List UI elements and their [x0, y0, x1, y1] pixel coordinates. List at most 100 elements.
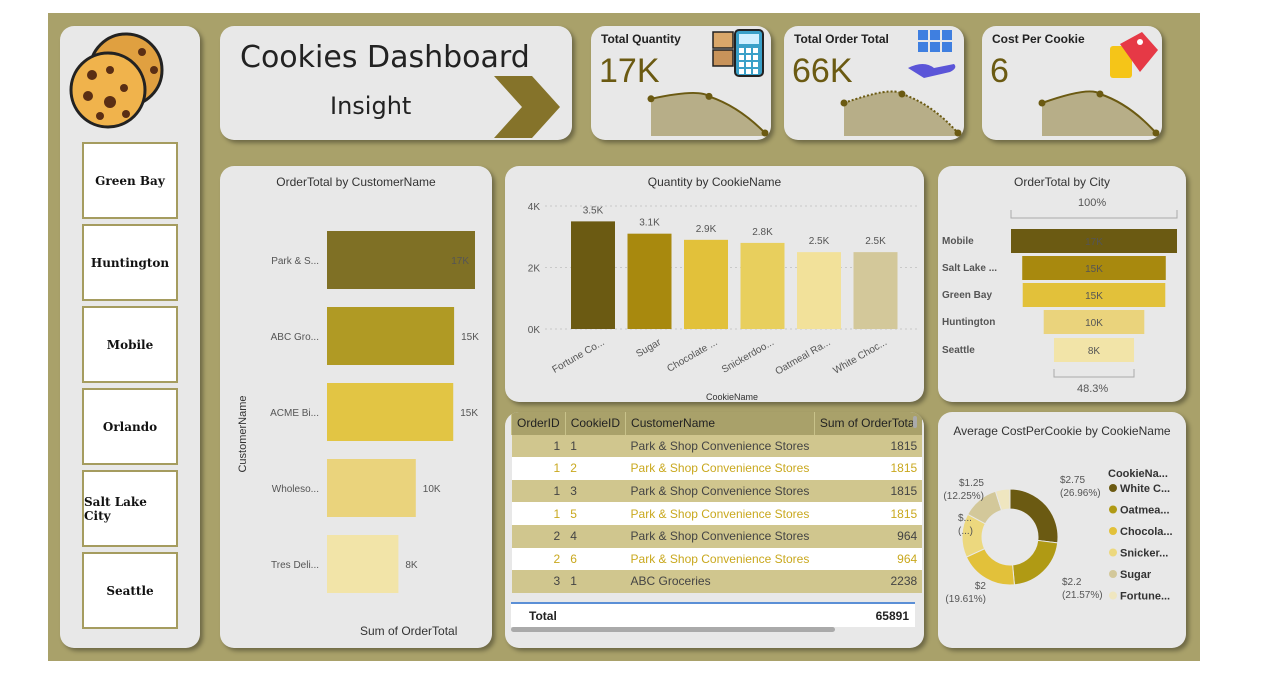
table-total-value: 65891	[875, 609, 909, 623]
table-cell: 964	[897, 529, 918, 544]
table-row[interactable]: 1 2 Park & Shop Convenience Stores 1815	[511, 457, 923, 480]
city-category-label: Salt Lake ...	[942, 263, 997, 274]
table-cell: 2	[553, 529, 561, 544]
city-top-bracket	[1010, 210, 1178, 219]
table-cell: Park & Shop Convenience Stores	[630, 506, 810, 521]
quantity-data-label: 2.8K	[752, 227, 773, 238]
quantity-category-label: Snickerdoo...	[720, 337, 776, 376]
slicer-item-label: Green Bay	[95, 173, 165, 188]
legend-swatch	[1109, 484, 1117, 492]
table-row[interactable]: 1 1 Park & Shop Convenience Stores 1815	[511, 434, 923, 458]
customer-category-label: Wholeso...	[272, 484, 319, 495]
donut-value-label: $...	[958, 513, 972, 524]
table-cell: 1	[553, 438, 561, 453]
kpi-trend-point	[1152, 129, 1160, 137]
customer-category-label: Tres Deli...	[271, 560, 319, 571]
table-cell: 1815	[890, 461, 918, 476]
slicer-item[interactable]: Huntington	[82, 224, 178, 301]
kpi-trend-point	[761, 129, 769, 137]
table-total-row: Total 65891	[511, 602, 915, 627]
donut-legend-item: Snicker...	[1120, 548, 1168, 560]
city-chart-card[interactable]: OrderTotal by City 100% 48.3% Mobile 17K S…	[938, 166, 1186, 402]
table-row[interactable]: 3 1 ABC Groceries 2238	[511, 570, 923, 593]
city-data-label: 10K	[1085, 318, 1103, 329]
table-total-label: Total	[529, 609, 557, 623]
kpi-card[interactable]: Total Order Total 66K	[784, 26, 964, 140]
table-column-header[interactable]: CookieID	[564, 412, 626, 435]
quantity-bar-chart: 0K 2K 4K 3.5K Fortune Co... 3.1K Sugar 2.9K Choc…	[528, 202, 919, 377]
donut-pct-label: (12.25%)	[943, 491, 984, 502]
table-row[interactable]: 2 6 Park & Shop Convenience Stores 964	[511, 547, 923, 571]
kpi-trend-point	[898, 90, 906, 98]
quantity-ytick: 0K	[528, 325, 541, 336]
table-cell: Park & Shop Convenience Stores	[630, 551, 810, 566]
slicer-item[interactable]: Seattle	[82, 552, 178, 629]
city-data-label: 17K	[1085, 237, 1103, 248]
table-cell: 1815	[890, 506, 918, 521]
table-column-header[interactable]: OrderID	[511, 412, 566, 435]
table-hscrollbar[interactable]	[511, 627, 835, 632]
kpi-card[interactable]: Total Quantity 17K	[591, 26, 771, 140]
table-cell: 1	[553, 506, 561, 521]
table-cell: 2	[553, 551, 561, 566]
table-cell: Park & Shop Convenience Stores	[630, 529, 810, 544]
orders-table-card[interactable]: OrderID CookieID CustomerName Sum of OrderT…	[505, 412, 924, 648]
quantity-bar	[853, 252, 898, 329]
table-row[interactable]: 1 5 Park & Shop Convenience Stores 1815	[511, 502, 923, 525]
slicer-item[interactable]: Mobile	[82, 306, 178, 383]
donut-slice	[1009, 488, 1059, 544]
table-column-header[interactable]: CustomerName	[625, 412, 815, 435]
customer-category-label: ACME Bi...	[270, 408, 319, 419]
table-cell: 1	[570, 438, 577, 453]
city-data-label: 15K	[1085, 264, 1103, 275]
customer-category-label: Park & S...	[271, 256, 319, 267]
kpi-trend-point	[1096, 90, 1104, 98]
donut-chart-card[interactable]: Average CostPerCookie by CookieName $2.7…	[938, 412, 1186, 648]
city-category-label: Mobile	[942, 236, 974, 247]
table-column-header[interactable]: Sum of OrderTotal	[813, 412, 923, 435]
city-category-label: Seattle	[942, 345, 975, 356]
slicer-item[interactable]: Green Bay	[82, 142, 178, 219]
customer-bar	[327, 307, 455, 365]
orders-table: OrderID CookieID CustomerName Sum of OrderT…	[511, 412, 923, 593]
slicer-item[interactable]: Salt Lake City	[82, 470, 178, 547]
table-cell: 1	[553, 484, 561, 499]
quantity-chart-card[interactable]: Quantity by CookieName CookieName 0K 2K 4K…	[505, 166, 924, 402]
chevron-right-icon	[494, 76, 560, 138]
customer-category-label: ABC Gro...	[271, 332, 319, 343]
page-title: Cookies Dashboard	[240, 40, 530, 75]
donut-pct-label: (19.61%)	[945, 594, 986, 605]
legend-swatch	[1109, 548, 1117, 557]
legend-swatch	[1109, 591, 1117, 600]
customer-bar-chart: Park & S... 17K ABC Gro... 15K ACME Bi... 15K…	[270, 231, 479, 593]
quantity-data-label: 2.5K	[865, 236, 886, 247]
quantity-bar	[684, 239, 728, 329]
quantity-data-label: 3.5K	[583, 205, 604, 216]
quantity-ytick: 2K	[528, 264, 541, 275]
quantity-bar	[571, 221, 615, 329]
table-cell: 1815	[890, 438, 918, 453]
legend-swatch	[1109, 527, 1117, 535]
city-data-label: 8K	[1088, 346, 1101, 357]
donut-legend-item: Sugar	[1120, 569, 1152, 581]
page-subtitle: Insight	[330, 92, 412, 120]
kpi-trend-point	[840, 99, 848, 107]
customer-bar	[327, 459, 416, 517]
kpi-trend-point	[647, 95, 655, 103]
table-cell: 6	[570, 551, 577, 566]
table-vscrollbar[interactable]	[913, 416, 917, 428]
table-row[interactable]: 1 3 Park & Shop Convenience Stores 1815	[511, 479, 923, 503]
table-row[interactable]: 2 4 Park & Shop Convenience Stores 964	[511, 524, 923, 548]
donut-slice	[1012, 539, 1059, 586]
legend-swatch	[1109, 505, 1117, 514]
kpi-trend-point	[1038, 99, 1046, 107]
table-cell: 2	[570, 461, 577, 476]
customer-chart-card[interactable]: OrderTotal by CustomerName CustomerName …	[220, 166, 492, 648]
quantity-category-label: White Choc...	[832, 337, 889, 377]
slicer-item[interactable]: Orlando	[82, 388, 178, 465]
kpi-card[interactable]: Cost Per Cookie 6	[982, 26, 1162, 140]
customer-data-label: 15K	[460, 408, 478, 419]
customer-bar	[327, 383, 454, 441]
slicer-item-label: Orlando	[102, 419, 158, 434]
donut-legend-item: White C...	[1120, 483, 1170, 495]
